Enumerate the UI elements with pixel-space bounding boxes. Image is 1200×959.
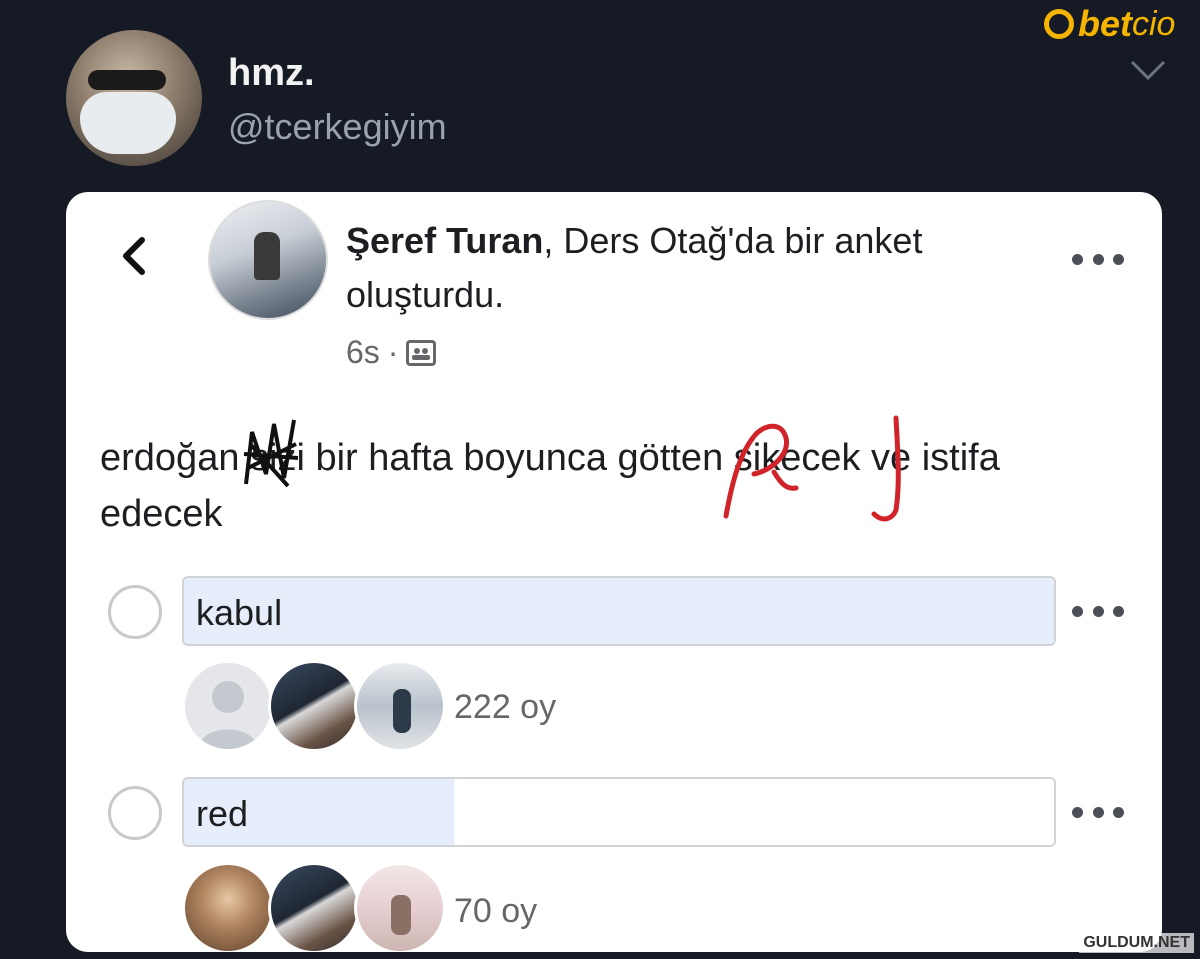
post-meta: 6s · (346, 334, 437, 371)
group-icon (406, 339, 437, 366)
poll-option-label-1: kabul (196, 592, 283, 633)
brand-text-suffix: cio (1132, 4, 1176, 43)
tweet-avatar[interactable] (66, 30, 202, 166)
embedded-post-card: Şeref Turan, Ders Otağ'da bir anket oluş… (66, 192, 1162, 952)
red-handwritten-mark-1 (723, 423, 799, 519)
voter-avatar-photo-5 (354, 862, 446, 952)
poll-option-radio-2[interactable] (108, 786, 162, 840)
tweet-author-handle[interactable]: @tcerkegiyim (228, 106, 447, 148)
poll-option-2[interactable]: red (182, 777, 1056, 847)
voter-avatar-photo-1 (268, 660, 360, 752)
chevron-down-icon[interactable] (1128, 58, 1168, 82)
avatar-glasses (88, 70, 166, 90)
brand-logo: bet cio (1044, 3, 1176, 44)
tweet-author-name[interactable]: hmz. (228, 52, 315, 95)
avatar-mask (80, 92, 176, 154)
post-time[interactable]: 6s (346, 334, 380, 371)
group-avatar[interactable] (208, 200, 328, 320)
option-more-dots-icon-2[interactable] (1072, 805, 1124, 819)
avatar-figure (254, 232, 280, 280)
voter-avatar-photo-3 (182, 862, 274, 952)
voter-avatar-default (182, 660, 274, 752)
post-header-title: Şeref Turan, Ders Otağ'da bir anket oluş… (346, 214, 986, 322)
post-author-name[interactable]: Şeref Turan (346, 220, 543, 261)
voter-avatar-photo-2 (354, 660, 446, 752)
brand-text: bet (1078, 3, 1132, 44)
poll-option-1[interactable]: kabul (182, 576, 1056, 646)
meta-separator: · (387, 334, 399, 370)
watermark: GULDUM.NET (1079, 933, 1194, 953)
poll-option-fill-1 (184, 578, 1054, 644)
voter-avatars-1[interactable] (182, 660, 446, 752)
option-more-dots-icon-1[interactable] (1072, 604, 1124, 618)
back-chevron-icon[interactable] (116, 234, 152, 278)
red-handwritten-mark-2 (871, 415, 901, 522)
voter-avatar-photo-4 (268, 862, 360, 952)
poll-option-radio-1[interactable] (108, 585, 162, 639)
post-more-dots-icon[interactable] (1072, 252, 1124, 266)
poll-option-votes-1[interactable]: 222 oy (454, 688, 556, 727)
voter-avatars-2[interactable] (182, 862, 446, 952)
poll-option-votes-2[interactable]: 70 oy (454, 892, 537, 931)
poll-option-label-2: red (196, 793, 249, 834)
black-scribble-mark (243, 419, 299, 488)
brand-mark-icon (1044, 9, 1074, 39)
